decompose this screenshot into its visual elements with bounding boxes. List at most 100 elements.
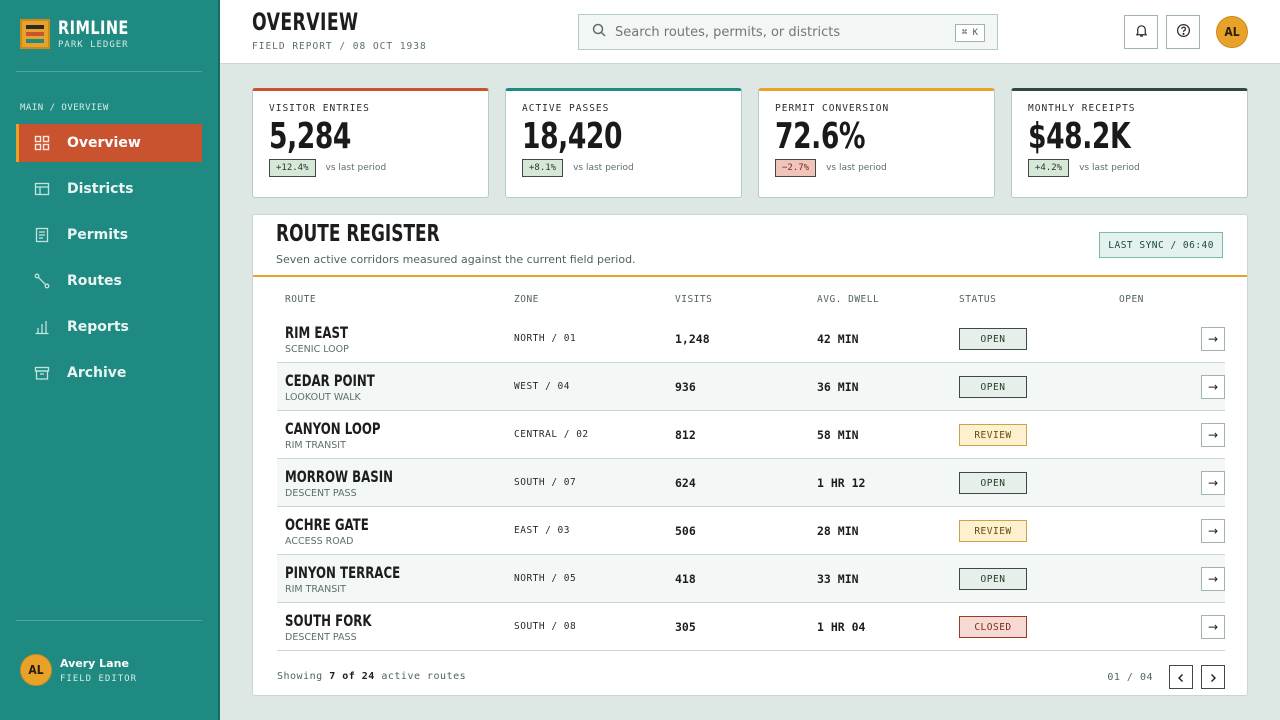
route-dwell: 28 MIN bbox=[817, 523, 859, 538]
route-visits: 936 bbox=[675, 379, 696, 394]
route-table: ROUTE ZONE VISITS AVG. DWELL STATUS OPEN… bbox=[277, 283, 1225, 651]
route-name: CANYON LOOP bbox=[285, 418, 381, 438]
column-header-zone[interactable]: ZONE bbox=[514, 294, 675, 305]
arrow-right-icon: → bbox=[1207, 523, 1219, 538]
kpi-card-permit-conversion[interactable]: PERMIT CONVERSION 72.6% −2.7% vs last per… bbox=[758, 88, 995, 198]
table-row[interactable]: SOUTH FORK DESCENT PASS SOUTH / 08 305 1 … bbox=[277, 603, 1225, 651]
chevron-right-icon bbox=[1208, 668, 1218, 687]
route-zone: CENTRAL / 02 bbox=[514, 429, 589, 440]
route-dwell: 33 MIN bbox=[817, 571, 859, 586]
sidebar-item-overview[interactable]: Overview bbox=[16, 124, 202, 162]
sidebar-item-reports[interactable]: Reports bbox=[16, 308, 202, 346]
arrow-right-icon: → bbox=[1207, 475, 1219, 490]
open-route-button[interactable]: → bbox=[1201, 566, 1225, 591]
sidebar-item-label: Districts bbox=[67, 181, 134, 197]
header-avatar-button[interactable]: AL bbox=[1216, 16, 1248, 48]
table-header: ROUTE ZONE VISITS AVG. DWELL STATUS OPEN bbox=[277, 283, 1225, 315]
route-type: RIM TRANSIT bbox=[285, 583, 346, 595]
brand-subtitle: PARK LEDGER bbox=[58, 40, 129, 50]
next-page-button[interactable] bbox=[1201, 665, 1225, 689]
panel-title: ROUTE REGISTER bbox=[276, 221, 440, 247]
table-icon bbox=[33, 180, 51, 198]
kpi-value: 18,420 bbox=[522, 116, 623, 157]
open-route-button[interactable]: → bbox=[1201, 518, 1225, 543]
top-header: OVERVIEW FIELD REPORT / 08 OCT 1938 ⌘ K … bbox=[220, 0, 1280, 64]
search-input[interactable] bbox=[615, 24, 935, 40]
notifications-button[interactable] bbox=[1124, 15, 1158, 49]
route-type: ACCESS ROAD bbox=[285, 535, 354, 547]
column-header-open: OPEN bbox=[1119, 293, 1144, 305]
kpi-value: 5,284 bbox=[269, 116, 351, 157]
user-profile[interactable]: AL Avery Lane FIELD EDITOR bbox=[20, 654, 137, 686]
page-title: OVERVIEW bbox=[252, 8, 359, 36]
status-badge: OPEN bbox=[959, 328, 1027, 351]
route-type: RIM TRANSIT bbox=[285, 439, 346, 451]
sidebar-item-label: Archive bbox=[67, 365, 127, 381]
sidebar-divider bbox=[16, 71, 202, 72]
sidebar-divider bbox=[16, 620, 202, 621]
table-row[interactable]: RIM EAST SCENIC LOOP NORTH / 01 1,248 42 … bbox=[277, 315, 1225, 363]
arrow-right-icon: → bbox=[1207, 379, 1219, 394]
route-type: SCENIC LOOP bbox=[285, 343, 349, 355]
open-route-button[interactable]: → bbox=[1201, 422, 1225, 447]
route-zone: SOUTH / 08 bbox=[514, 621, 577, 632]
avatar: AL bbox=[20, 654, 52, 686]
bar-chart-icon bbox=[33, 318, 51, 336]
column-header-avg-dwell[interactable]: AVG. DWELL bbox=[817, 294, 959, 305]
arrow-right-icon: → bbox=[1207, 427, 1219, 442]
kpi-delta-badge: +12.4% bbox=[269, 159, 316, 177]
route-dwell: 1 HR 04 bbox=[817, 619, 866, 634]
route-visits: 812 bbox=[675, 427, 696, 442]
route-icon bbox=[33, 272, 51, 290]
result-count: Showing 7 of 24 active routes bbox=[277, 671, 466, 682]
arrow-right-icon: → bbox=[1207, 571, 1219, 586]
table-row[interactable]: CANYON LOOP RIM TRANSIT CENTRAL / 02 812 … bbox=[277, 411, 1225, 459]
column-header-route[interactable]: ROUTE bbox=[277, 294, 514, 305]
route-name: CEDAR POINT bbox=[285, 370, 375, 390]
brand-name: RIMLINE bbox=[58, 17, 129, 39]
route-name: PINYON TERRACE bbox=[285, 562, 401, 582]
sidebar-item-permits[interactable]: Permits bbox=[16, 216, 202, 254]
route-dwell: 58 MIN bbox=[817, 427, 859, 442]
chevron-left-icon bbox=[1176, 668, 1186, 687]
column-header-visits[interactable]: VISITS bbox=[675, 294, 817, 305]
kpi-card-active-passes[interactable]: ACTIVE PASSES 18,420 +8.1% vs last period bbox=[505, 88, 742, 198]
table-row[interactable]: CEDAR POINT LOOKOUT WALK WEST / 04 936 36… bbox=[277, 363, 1225, 411]
column-header-status[interactable]: STATUS bbox=[959, 294, 1119, 305]
route-register-panel: ROUTE REGISTER Seven active corridors me… bbox=[252, 214, 1248, 696]
help-button[interactable] bbox=[1166, 15, 1200, 49]
open-route-button[interactable]: → bbox=[1201, 374, 1225, 399]
kpi-label: VISITOR ENTRIES bbox=[269, 103, 370, 114]
status-badge: REVIEW bbox=[959, 520, 1027, 543]
arrow-right-icon: → bbox=[1207, 619, 1219, 634]
kpi-delta-badge: +4.2% bbox=[1028, 159, 1070, 177]
sidebar-nav: Overview Districts Permits Routes Report… bbox=[16, 124, 202, 400]
archive-icon bbox=[33, 364, 51, 382]
brand[interactable]: RIMLINE PARK LEDGER bbox=[20, 18, 141, 50]
avatar: AL bbox=[1216, 16, 1248, 48]
user-name: Avery Lane bbox=[60, 656, 129, 670]
kpi-delta-badge: −2.7% bbox=[775, 159, 817, 177]
open-route-button[interactable]: → bbox=[1201, 326, 1225, 351]
route-zone: NORTH / 01 bbox=[514, 333, 577, 344]
kpi-value: $48.2K bbox=[1028, 116, 1131, 157]
route-zone: SOUTH / 07 bbox=[514, 477, 577, 488]
route-zone: WEST / 04 bbox=[514, 381, 570, 392]
table-row[interactable]: PINYON TERRACE RIM TRANSIT NORTH / 05 418… bbox=[277, 555, 1225, 603]
search-bar[interactable]: ⌘ K bbox=[578, 14, 998, 50]
sidebar-item-districts[interactable]: Districts bbox=[16, 170, 202, 208]
sidebar-item-routes[interactable]: Routes bbox=[16, 262, 202, 300]
kpi-card-visitor-entries[interactable]: VISITOR ENTRIES 5,284 +12.4% vs last peri… bbox=[252, 88, 489, 198]
open-route-button[interactable]: → bbox=[1201, 470, 1225, 495]
open-route-button[interactable]: → bbox=[1201, 614, 1225, 639]
arrow-right-icon: → bbox=[1207, 331, 1219, 346]
table-row[interactable]: OCHRE GATE ACCESS ROAD EAST / 03 506 28 M… bbox=[277, 507, 1225, 555]
table-row[interactable]: MORROW BASIN DESCENT PASS SOUTH / 07 624 … bbox=[277, 459, 1225, 507]
sidebar-item-archive[interactable]: Archive bbox=[16, 354, 202, 392]
status-badge: REVIEW bbox=[959, 424, 1027, 447]
kpi-card-monthly-receipts[interactable]: MONTHLY RECEIPTS $48.2K +4.2% vs last per… bbox=[1011, 88, 1248, 198]
route-name: SOUTH FORK bbox=[285, 610, 372, 630]
route-visits: 624 bbox=[675, 475, 696, 490]
search-icon bbox=[591, 22, 607, 42]
prev-page-button[interactable] bbox=[1169, 665, 1193, 689]
